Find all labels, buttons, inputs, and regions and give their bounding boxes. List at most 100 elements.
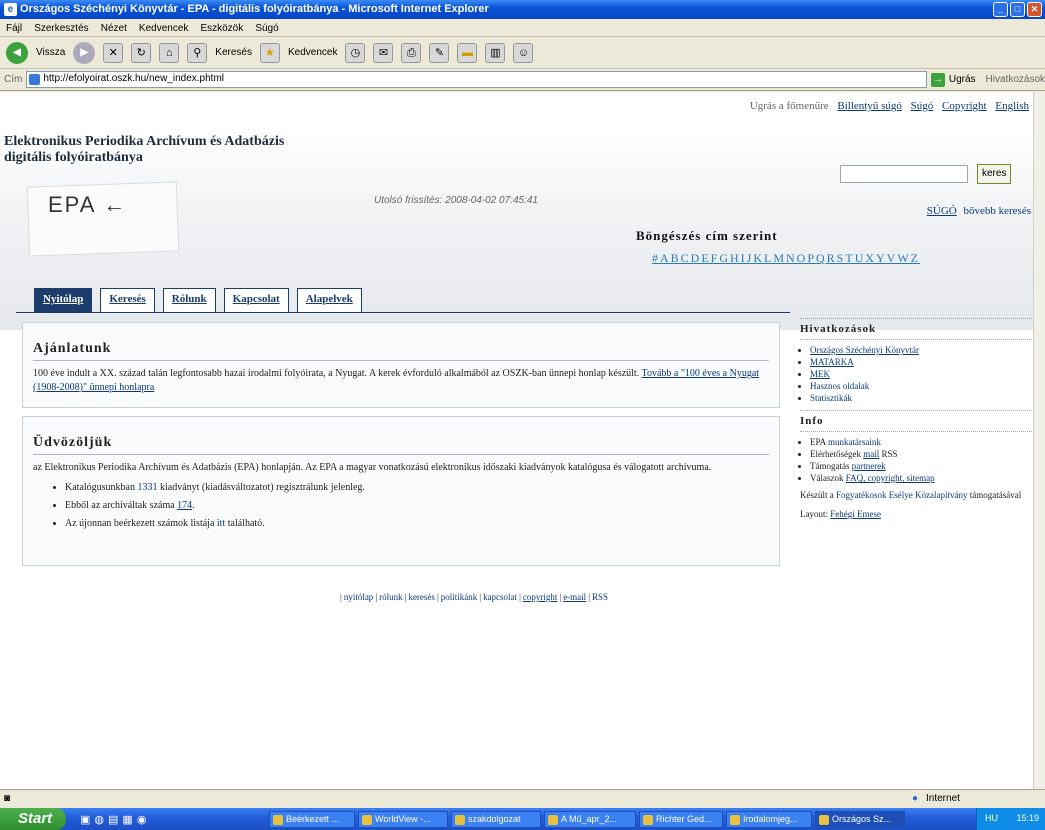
info-item: Támogatás partnerek <box>810 460 1032 472</box>
address-input[interactable]: http://efolyoirat.oszk.hu/new_index.phtm… <box>26 71 927 88</box>
tab-about[interactable]: Rólunk <box>162 288 216 312</box>
search-button[interactable]: keres <box>977 164 1012 184</box>
sugo-link[interactable]: SÚGÓ <box>927 205 957 217</box>
close-button[interactable]: ✕ <box>1027 2 1042 17</box>
quicklaunch-icon[interactable]: ▤ <box>108 813 118 826</box>
footer-home[interactable]: nyitólap <box>344 592 374 602</box>
sidebar-link-useful: Hasznos oldalak <box>810 380 1032 392</box>
footer-email[interactable]: e-mail <box>563 592 586 602</box>
mail-icon[interactable]: ✉ <box>373 42 394 63</box>
edit-icon[interactable]: ✎ <box>429 42 450 63</box>
menu-file[interactable]: Fájl <box>6 23 22 34</box>
new-issues-link[interactable]: itt <box>217 518 225 529</box>
catalog-count-link[interactable]: 1331 <box>138 482 158 493</box>
quicklaunch-icon[interactable]: ▦ <box>122 813 132 826</box>
search-button-label[interactable]: Keresés <box>215 47 252 58</box>
designer-link[interactable]: Fehégi Emese <box>830 509 881 519</box>
back-arrow-icon[interactable]: ◀ <box>6 41 28 64</box>
security-zone: Internet <box>926 793 960 804</box>
links-button[interactable]: Hivatkozások <box>986 74 1045 85</box>
quicklaunch-icon[interactable]: ◍ <box>94 813 104 826</box>
credit-link[interactable]: Fogyatékosok Esélye Közalapítvány <box>836 490 967 500</box>
page-viewport: Ugrás a főmenüre Billentyű súgó Súgó Cop… <box>0 92 1045 789</box>
menu-view[interactable]: Nézet <box>101 23 127 34</box>
maximize-button[interactable]: □ <box>1010 2 1025 17</box>
search-icon[interactable]: ⚲ <box>187 42 208 63</box>
credit-text: Készült a Fogyatékosok Esélye Közalapítv… <box>800 490 1022 500</box>
quicklaunch-icon[interactable]: ◉ <box>137 813 147 826</box>
welcome-box: Üdvözöljük az Elektronikus Periodika Arc… <box>22 416 780 566</box>
menu-favorites[interactable]: Kedvencek <box>139 23 188 34</box>
menu-tools[interactable]: Eszközök <box>200 23 243 34</box>
footer-rss[interactable]: RSS <box>592 592 608 602</box>
task-button[interactable]: Irodalomjeg... <box>726 810 812 828</box>
task-button[interactable]: A Mű_apr_2... <box>544 810 636 828</box>
task-button[interactable]: WorldView -... <box>358 810 448 828</box>
links-heading: Hivatkozások <box>800 318 1032 340</box>
footer-links: | nyitólap | rólunk | keresés | politikánk | kapc… <box>340 592 609 602</box>
info-item: Elérhetőségek mail RSS <box>810 448 1032 460</box>
stop-icon[interactable]: ✕ <box>103 42 124 63</box>
menu-bar: Fájl Szerkesztés Nézet Kedvencek Eszközö… <box>0 19 1045 37</box>
task-button[interactable]: Richter Ged... <box>639 810 723 828</box>
task-button[interactable]: Beérkezett ... <box>269 810 355 828</box>
archived-count-link[interactable]: 174 <box>177 500 192 511</box>
info-item: Válaszok FAQ, copyright, sitemap <box>810 472 1032 484</box>
site-title-line2: digitális folyóiratbánya <box>4 150 143 165</box>
welcome-text: az Elektronikus Periodika Archívum és Ad… <box>33 462 712 473</box>
footer-about[interactable]: rólunk <box>379 592 403 602</box>
list-item: Katalógusunkban 1331 kiadványt (kiadásvá… <box>65 479 769 497</box>
refresh-icon[interactable]: ↻ <box>131 42 152 63</box>
advanced-search-link[interactable]: bővebb keresés <box>963 205 1031 217</box>
sidebar: Hivatkozások Országos Széchényi Könyvtár… <box>800 318 1032 519</box>
quicklaunch-icon[interactable]: ▣ <box>80 813 90 826</box>
menu-help[interactable]: Súgó <box>255 23 278 34</box>
favorites-star-icon[interactable]: ★ <box>259 42 280 63</box>
alphabet-index[interactable]: #ABCDEFGHIJKLMNOPQRSTUXYVWZ <box>652 251 920 266</box>
tab-home[interactable]: Nyitólap <box>34 288 93 312</box>
info-heading: Info <box>800 410 1032 432</box>
keyboard-help-link[interactable]: Billentyű súgó <box>837 100 901 112</box>
task-button-active[interactable]: Országos Sz... <box>815 810 905 828</box>
window-titlebar: e Országos Széchényi Könyvtár - EPA - di… <box>0 0 1045 19</box>
minimize-button[interactable]: _ <box>993 2 1008 17</box>
messenger-icon[interactable]: ☺ <box>513 42 534 63</box>
footer-contact[interactable]: kapcsolat <box>483 592 517 602</box>
forward-arrow-icon[interactable]: ▶ <box>73 41 96 64</box>
footer-search[interactable]: keresés <box>408 592 435 602</box>
task-button[interactable]: szakdolgozat <box>451 810 541 828</box>
ie-icon: e <box>4 3 17 16</box>
vertical-scrollbar[interactable] <box>1033 92 1045 789</box>
search-input[interactable] <box>840 165 968 183</box>
top-links: Ugrás a főmenüre Billentyű súgó Súgó Cop… <box>744 100 1029 112</box>
site-title-line1: Elektronikus Periodika Archívum és Adatb… <box>4 134 285 149</box>
site-title: Elektronikus Periodika Archívum és Adatb… <box>4 134 284 166</box>
footer-policy[interactable]: politikánk <box>441 592 478 602</box>
favorites-button-label[interactable]: Kedvencek <box>288 47 337 58</box>
tab-search[interactable]: Keresés <box>100 288 155 312</box>
english-link[interactable]: English <box>995 100 1029 112</box>
print-icon[interactable]: ⎙ <box>401 42 422 63</box>
status-bar: ◙ ● Internet <box>0 789 1045 808</box>
go-arrow-icon[interactable]: → <box>930 72 945 87</box>
skip-to-menu-link[interactable]: Ugrás a főmenüre <box>750 100 829 112</box>
tab-contact[interactable]: Kapcsolat <box>223 288 289 312</box>
address-url: http://efolyoirat.oszk.hu/new_index.phtm… <box>43 73 224 84</box>
language-indicator[interactable]: HU <box>985 813 998 823</box>
start-button[interactable]: Start <box>0 808 66 830</box>
address-bar: Cím http://efolyoirat.oszk.hu/new_index.… <box>0 69 1045 91</box>
home-icon[interactable]: ⌂ <box>159 42 180 63</box>
tab-principles[interactable]: Alapelvek <box>296 288 362 312</box>
browse-by-title-heading: Böngészés cím szerint <box>636 228 778 243</box>
system-tray: HU 15:19 <box>975 808 1045 830</box>
history-icon[interactable]: ◷ <box>345 42 366 63</box>
menu-edit[interactable]: Szerkesztés <box>34 23 88 34</box>
research-icon[interactable]: ▥ <box>485 42 506 63</box>
go-button[interactable]: Ugrás <box>949 74 976 85</box>
copyright-link[interactable]: Copyright <box>942 100 987 112</box>
folder-icon[interactable]: ▬ <box>457 42 478 63</box>
welcome-list: Katalógusunkban 1331 kiadványt (kiadásvá… <box>65 479 769 533</box>
back-button-label[interactable]: Vissza <box>36 47 65 58</box>
footer-copyright[interactable]: copyright <box>523 592 558 602</box>
help-link[interactable]: Súgó <box>911 100 934 112</box>
